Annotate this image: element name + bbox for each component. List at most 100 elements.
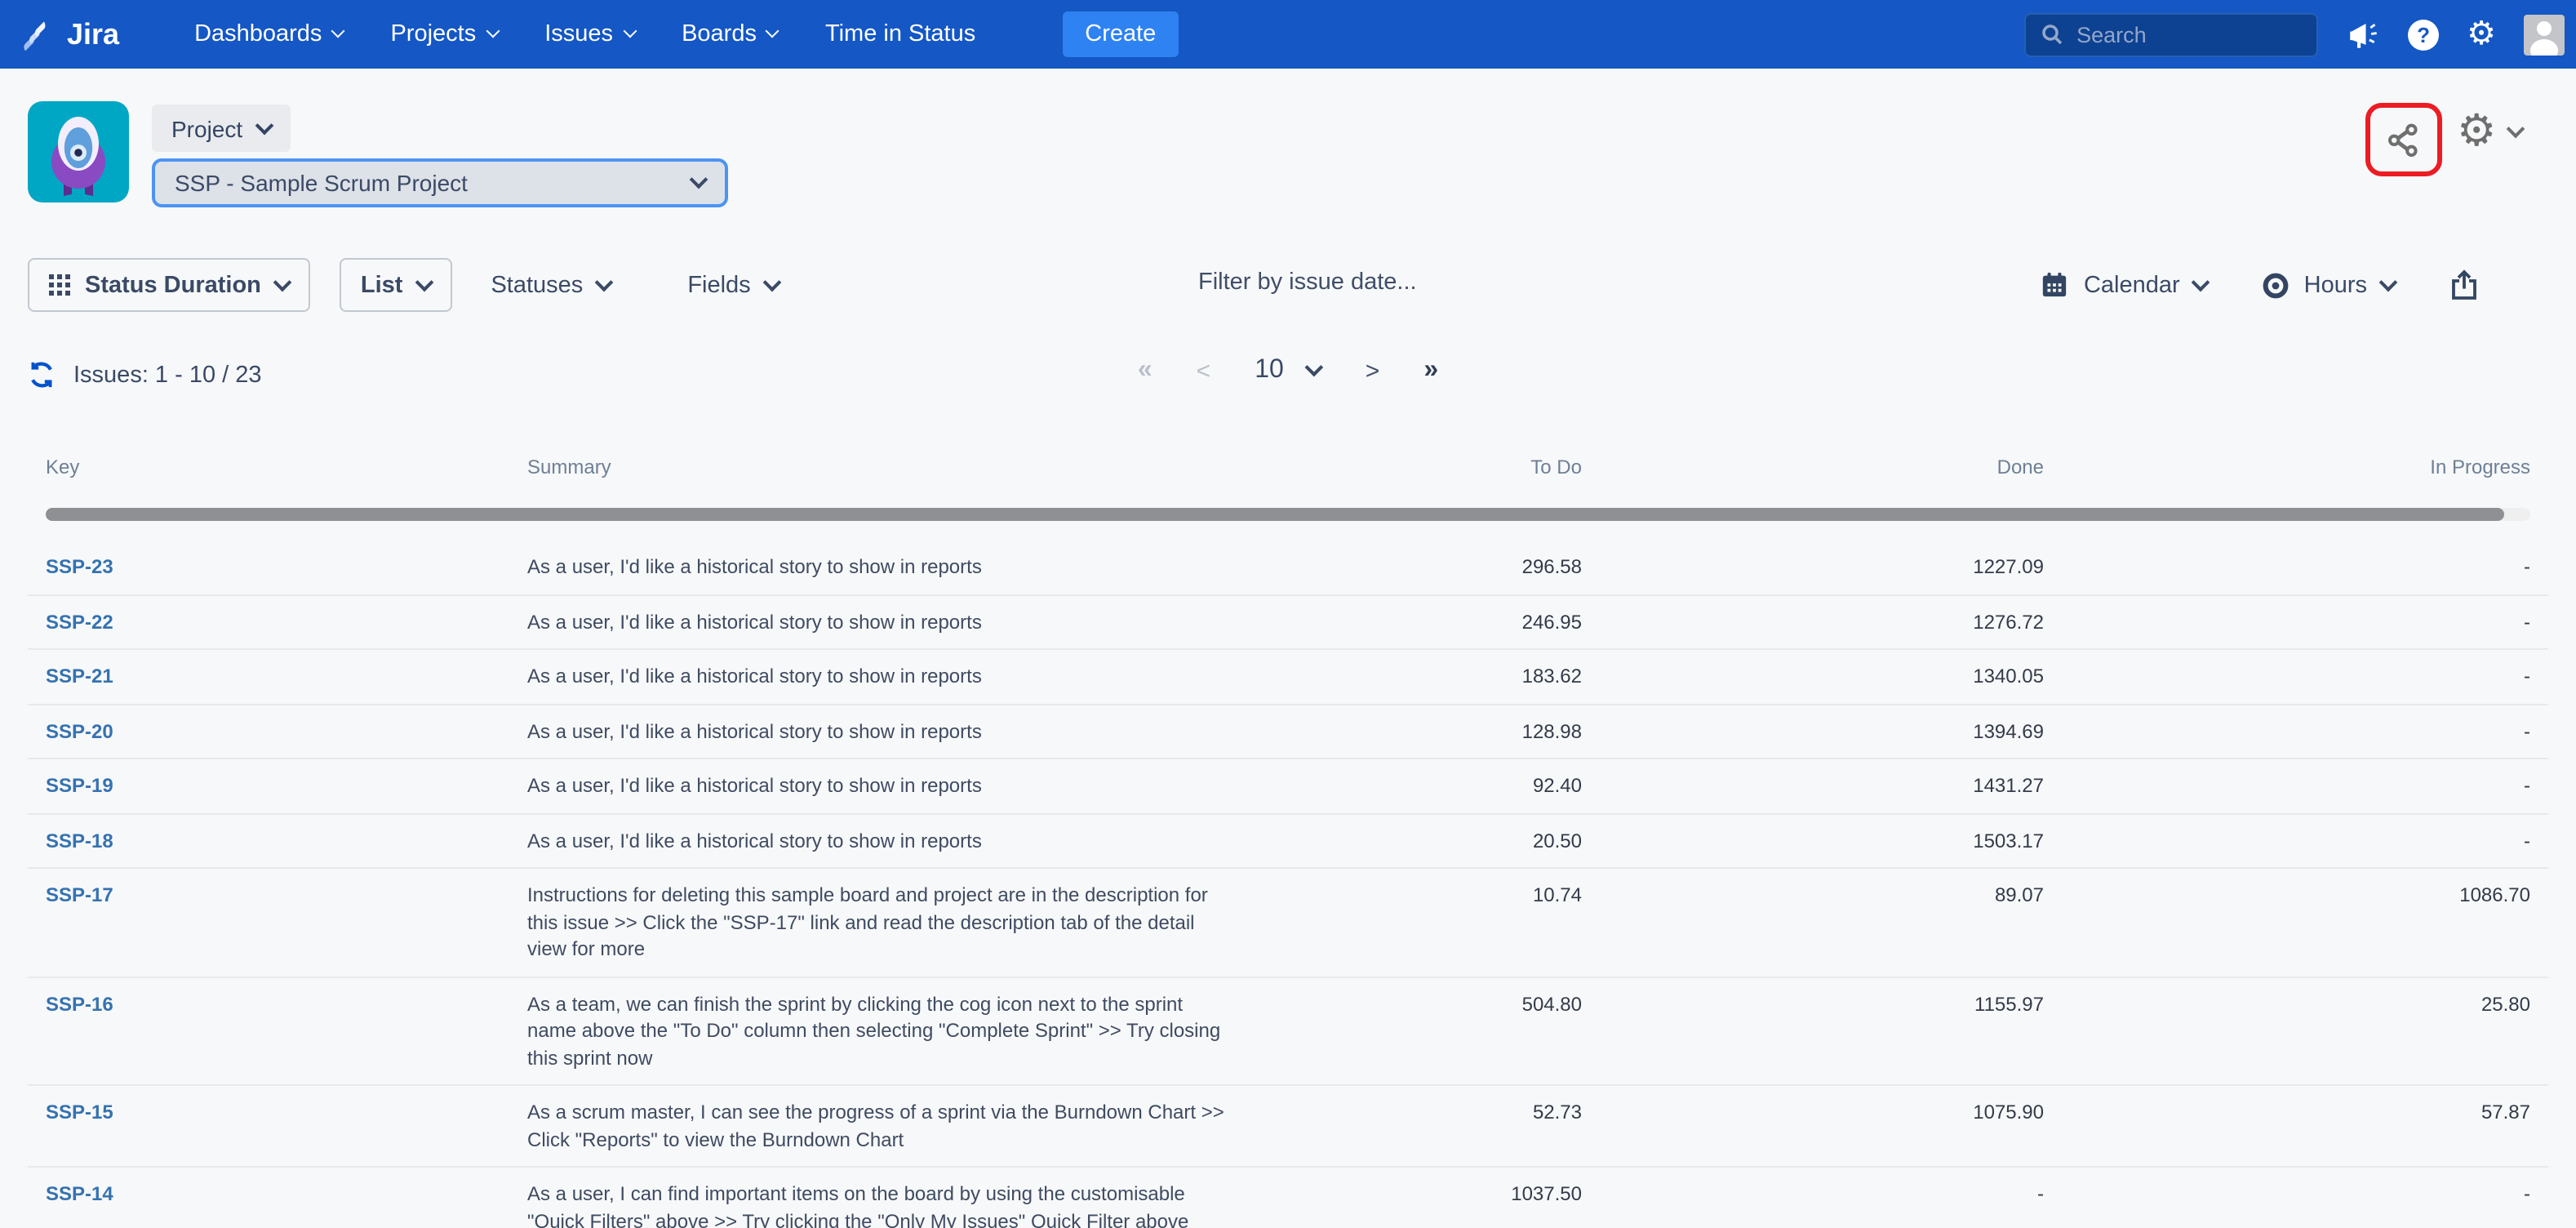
table-row: SSP-19 As a user, I'd like a historical … bbox=[28, 759, 2548, 813]
nav-boards[interactable]: Boards bbox=[682, 21, 778, 47]
report-type-dropdown[interactable]: Status Duration bbox=[28, 258, 310, 312]
jira-logo[interactable]: Jira bbox=[23, 17, 119, 51]
issue-key-link[interactable]: SSP-23 bbox=[46, 555, 113, 578]
help-icon[interactable]: ? bbox=[2408, 19, 2439, 50]
chevron-down-icon bbox=[331, 24, 345, 38]
announcement-icon[interactable] bbox=[2346, 17, 2380, 51]
jira-logo-icon bbox=[23, 17, 56, 51]
issue-inprogress-value: 57.87 bbox=[2062, 1085, 2548, 1167]
col-header-summary[interactable]: Summary bbox=[509, 441, 1244, 495]
next-page-button[interactable]: > bbox=[1366, 357, 1380, 385]
top-nav: Jira Dashboards Projects Issues Boards T… bbox=[0, 0, 2576, 69]
report-scope-dropdown[interactable]: Project bbox=[152, 105, 290, 152]
issues-count-label: Issues: 1 - 10 / 23 bbox=[73, 362, 262, 388]
nav-right-cluster: Search ? ⚙ bbox=[2024, 12, 2576, 56]
issue-key-link[interactable]: SSP-14 bbox=[46, 1182, 113, 1205]
horizontal-scrollbar[interactable] bbox=[46, 508, 2530, 521]
search-input[interactable]: Search bbox=[2024, 12, 2318, 56]
chevron-down-icon bbox=[2379, 273, 2398, 291]
issues-table: Key Summary To Do Done In Progress SSP-2… bbox=[28, 441, 2548, 1228]
time-unit-dropdown[interactable]: Hours bbox=[2263, 272, 2395, 298]
issues-tbody: SSP-23 As a user, I'd like a historical … bbox=[28, 541, 2548, 1228]
chevron-down-icon bbox=[415, 273, 433, 291]
date-filter-input[interactable]: Filter by issue date... bbox=[1198, 269, 1417, 296]
issue-done-value: 1155.97 bbox=[1600, 977, 2062, 1085]
issue-inprogress-value: - bbox=[2062, 704, 2548, 759]
issue-done-value: 1503.17 bbox=[1600, 813, 2062, 868]
issue-todo-value: 92.40 bbox=[1244, 759, 1600, 813]
issue-summary: As a user, I can find important items on… bbox=[509, 1167, 1244, 1228]
issue-key-link[interactable]: SSP-20 bbox=[46, 719, 113, 742]
issue-done-value: 1394.69 bbox=[1600, 704, 2062, 759]
chevron-down-icon bbox=[486, 24, 500, 38]
statuses-dropdown[interactable]: Statuses bbox=[491, 272, 611, 298]
issue-done-value: 1276.72 bbox=[1600, 594, 2062, 649]
issue-key-link[interactable]: SSP-17 bbox=[46, 883, 113, 906]
settings-icon[interactable]: ⚙ bbox=[2467, 18, 2496, 51]
refresh-icon[interactable] bbox=[28, 361, 56, 389]
issue-summary: As a user, I'd like a historical story t… bbox=[509, 813, 1244, 868]
table-row: SSP-15 As a scrum master, I can see the … bbox=[28, 1085, 2548, 1167]
issue-summary: As a team, we can finish the sprint by c… bbox=[509, 977, 1244, 1085]
issue-summary: As a scrum master, I can see the progres… bbox=[509, 1085, 1244, 1167]
export-icon[interactable] bbox=[2450, 269, 2478, 300]
nav-dashboards[interactable]: Dashboards bbox=[194, 21, 343, 47]
col-header-todo[interactable]: To Do bbox=[1244, 441, 1600, 495]
nav-issues[interactable]: Issues bbox=[544, 21, 634, 47]
fields-dropdown[interactable]: Fields bbox=[687, 272, 778, 298]
col-header-inprogress[interactable]: In Progress bbox=[2062, 441, 2548, 495]
pagination: « < 10 > » bbox=[1138, 356, 1438, 385]
col-header-key[interactable]: Key bbox=[28, 441, 509, 495]
main-menu: Dashboards Projects Issues Boards Time i… bbox=[194, 11, 1179, 57]
scrollbar-thumb[interactable] bbox=[46, 508, 2504, 521]
issue-todo-value: 296.58 bbox=[1244, 541, 1600, 594]
issue-key-link[interactable]: SSP-21 bbox=[46, 665, 113, 687]
view-dropdown[interactable]: List bbox=[340, 258, 452, 312]
issue-done-value: 1227.09 bbox=[1600, 541, 2062, 594]
col-header-done[interactable]: Done bbox=[1600, 441, 2062, 495]
issue-inprogress-value: - bbox=[2062, 1167, 2548, 1228]
chevron-down-icon bbox=[2192, 273, 2210, 291]
chevron-down-icon bbox=[273, 273, 292, 291]
gear-icon: ⚙ bbox=[2457, 109, 2496, 154]
table-row: SSP-22 As a user, I'd like a historical … bbox=[28, 594, 2548, 649]
issue-key-link[interactable]: SSP-16 bbox=[46, 992, 113, 1015]
report-settings-button[interactable]: ⚙ bbox=[2457, 109, 2522, 154]
project-avatar bbox=[28, 101, 129, 202]
chevron-down-icon bbox=[766, 24, 779, 38]
grid-icon bbox=[49, 274, 70, 296]
issue-key-link[interactable]: SSP-22 bbox=[46, 610, 113, 633]
table-row: SSP-14 As a user, I can find important i… bbox=[28, 1167, 2548, 1228]
table-row: SSP-20 As a user, I'd like a historical … bbox=[28, 704, 2548, 759]
prev-page-button[interactable]: < bbox=[1197, 357, 1211, 385]
calendar-dropdown[interactable]: Calendar bbox=[2041, 271, 2208, 299]
issue-todo-value: 20.50 bbox=[1244, 813, 1600, 868]
issue-todo-value: 10.74 bbox=[1244, 868, 1600, 977]
last-page-button[interactable]: » bbox=[1423, 356, 1438, 385]
share-button-highlighted[interactable] bbox=[2365, 103, 2442, 176]
issue-todo-value: 128.98 bbox=[1244, 704, 1600, 759]
issue-done-value: - bbox=[1600, 1167, 2062, 1228]
issue-inprogress-value: - bbox=[2062, 649, 2548, 704]
calendar-icon bbox=[2041, 271, 2069, 299]
nav-projects[interactable]: Projects bbox=[390, 21, 497, 47]
chevron-down-icon bbox=[595, 273, 614, 291]
issue-inprogress-value: 1086.70 bbox=[2062, 868, 2548, 977]
table-row: SSP-21 As a user, I'd like a historical … bbox=[28, 649, 2548, 704]
table-row: SSP-23 As a user, I'd like a historical … bbox=[28, 541, 2548, 594]
issue-inprogress-value: - bbox=[2062, 541, 2548, 594]
issue-key-link[interactable]: SSP-18 bbox=[46, 829, 113, 852]
page-size-select[interactable]: 10 bbox=[1255, 356, 1321, 385]
project-select[interactable]: SSP - Sample Scrum Project bbox=[152, 158, 728, 207]
issue-inprogress-value: - bbox=[2062, 813, 2548, 868]
chevron-down-icon bbox=[1305, 358, 1324, 377]
nav-time-in-status[interactable]: Time in Status bbox=[825, 21, 975, 47]
user-avatar[interactable] bbox=[2524, 14, 2565, 55]
create-button[interactable]: Create bbox=[1062, 11, 1179, 57]
issue-todo-value: 52.73 bbox=[1244, 1085, 1600, 1167]
issue-inprogress-value: - bbox=[2062, 759, 2548, 813]
issue-key-link[interactable]: SSP-15 bbox=[46, 1101, 113, 1123]
first-page-button[interactable]: « bbox=[1138, 356, 1153, 385]
bullseye-icon bbox=[2263, 272, 2290, 298]
issue-key-link[interactable]: SSP-19 bbox=[46, 774, 113, 797]
